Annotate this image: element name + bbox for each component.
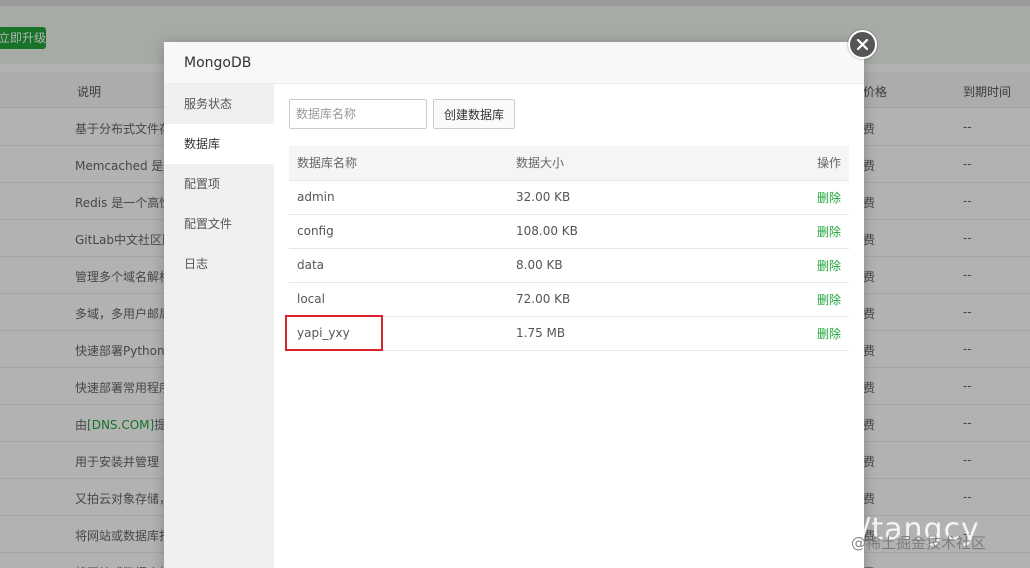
table-row: local 72.00 KB 删除 <box>289 282 849 317</box>
database-panel: 创建数据库 数据库名称 数据大小 操作 admin 32.00 KB 删除 co… <box>289 98 849 351</box>
db-name: yapi_yxy <box>289 316 516 351</box>
db-size: 72.00 KB <box>516 282 749 317</box>
modal-title: MongoDB <box>164 42 864 84</box>
delete-link[interactable]: 删除 <box>817 259 841 273</box>
delete-link[interactable]: 删除 <box>817 225 841 239</box>
sidebar-item-config-file[interactable]: 配置文件 <box>164 204 274 244</box>
db-name: local <box>289 282 516 317</box>
create-database-button[interactable]: 创建数据库 <box>433 99 515 129</box>
table-row: config 108.00 KB 删除 <box>289 214 849 249</box>
close-icon <box>857 39 868 50</box>
db-size: 8.00 KB <box>516 248 749 283</box>
sidebar-item-database[interactable]: 数据库 <box>164 124 274 164</box>
db-name: data <box>289 248 516 283</box>
database-table-header: 数据库名称 数据大小 操作 <box>289 146 849 181</box>
sidebar-item-log[interactable]: 日志 <box>164 244 274 284</box>
close-modal-button[interactable] <box>848 30 877 59</box>
database-table: 数据库名称 数据大小 操作 admin 32.00 KB 删除 config 1… <box>289 146 849 351</box>
database-toolbar: 创建数据库 <box>289 98 849 129</box>
table-row: yapi_yxy 1.75 MB 删除 <box>289 316 849 351</box>
table-row: data 8.00 KB 删除 <box>289 248 849 283</box>
db-name: admin <box>289 180 516 215</box>
db-size: 108.00 KB <box>516 214 749 249</box>
header-db-name: 数据库名称 <box>289 146 516 181</box>
header-db-size: 数据大小 <box>516 146 749 181</box>
header-db-action: 操作 <box>749 146 849 181</box>
database-name-input[interactable] <box>289 99 427 129</box>
table-row: admin 32.00 KB 删除 <box>289 180 849 215</box>
delete-link[interactable]: 删除 <box>817 191 841 205</box>
db-size: 32.00 KB <box>516 180 749 215</box>
db-size: 1.75 MB <box>516 316 749 351</box>
sidebar-item-service-status[interactable]: 服务状态 <box>164 84 274 124</box>
mongodb-modal: MongoDB 服务状态 数据库 配置项 配置文件 日志 创建数据库 数据库名称… <box>164 42 864 568</box>
delete-link[interactable]: 删除 <box>817 293 841 307</box>
watermark-small: @稀土掘金技术社区 <box>851 534 987 552</box>
delete-link[interactable]: 删除 <box>817 327 841 341</box>
db-name: config <box>289 214 516 249</box>
sidebar-item-config[interactable]: 配置项 <box>164 164 274 204</box>
modal-sidebar: 服务状态 数据库 配置项 配置文件 日志 <box>164 84 274 568</box>
